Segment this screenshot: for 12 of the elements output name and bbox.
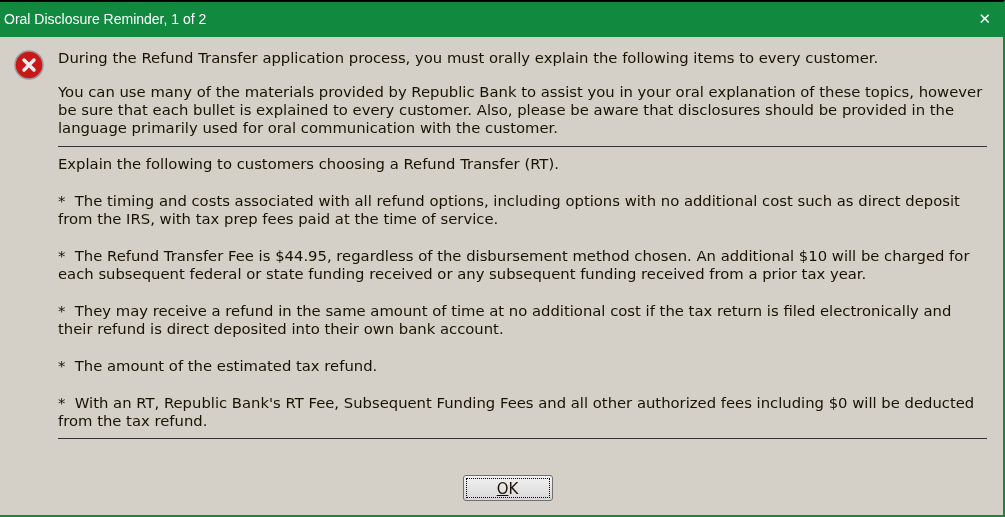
window-title: Oral Disclosure Reminder, 1 of 2 bbox=[4, 10, 207, 29]
bullet-item: * With an RT, Republic Bank's RT Fee, Subsequent Funding Fees and all other authorized fees including $0 will be deducted from the tax refund. bbox=[58, 394, 976, 430]
bullet-item: * The amount of the estimated tax refund. bbox=[58, 357, 379, 375]
bullet-item: * They may receive a refund in the same amount of time at no additional cost if the tax return is filed electronically and their refund is direct deposited into their own bank account. bbox=[58, 302, 953, 338]
close-button[interactable]: ✕ bbox=[978, 12, 991, 27]
bullet-item: * The Refund Transfer Fee is $44.95, regardless of the disbursement method chosen. An additional $10 will be charged for each subsequent federal or state funding received or any subsequent funding received from a prior tax year. bbox=[58, 247, 971, 283]
error-icon bbox=[14, 50, 44, 80]
section-heading: Explain the following to customers choosing a Refund Transfer (RT). bbox=[58, 155, 560, 173]
ok-button[interactable]: OK bbox=[462, 475, 553, 501]
intro-paragraph: During the Refund Transfer application process, you must orally explain the following items to every customer. bbox=[58, 49, 880, 67]
intro-paragraph: You can use many of the materials provided by Republic Bank to assist you in your oral explanation of these topics, however be sure that each bullet is explained to every customer. Also, please be aware that disclosures should be provided in the language primarily used for oral communication with the customer. bbox=[58, 83, 984, 137]
bullet-item: * The timing and costs associated with all refund options, including options with no additional cost such as direct deposit from the IRS, with tax prep fees paid at the time of service. bbox=[58, 192, 961, 228]
